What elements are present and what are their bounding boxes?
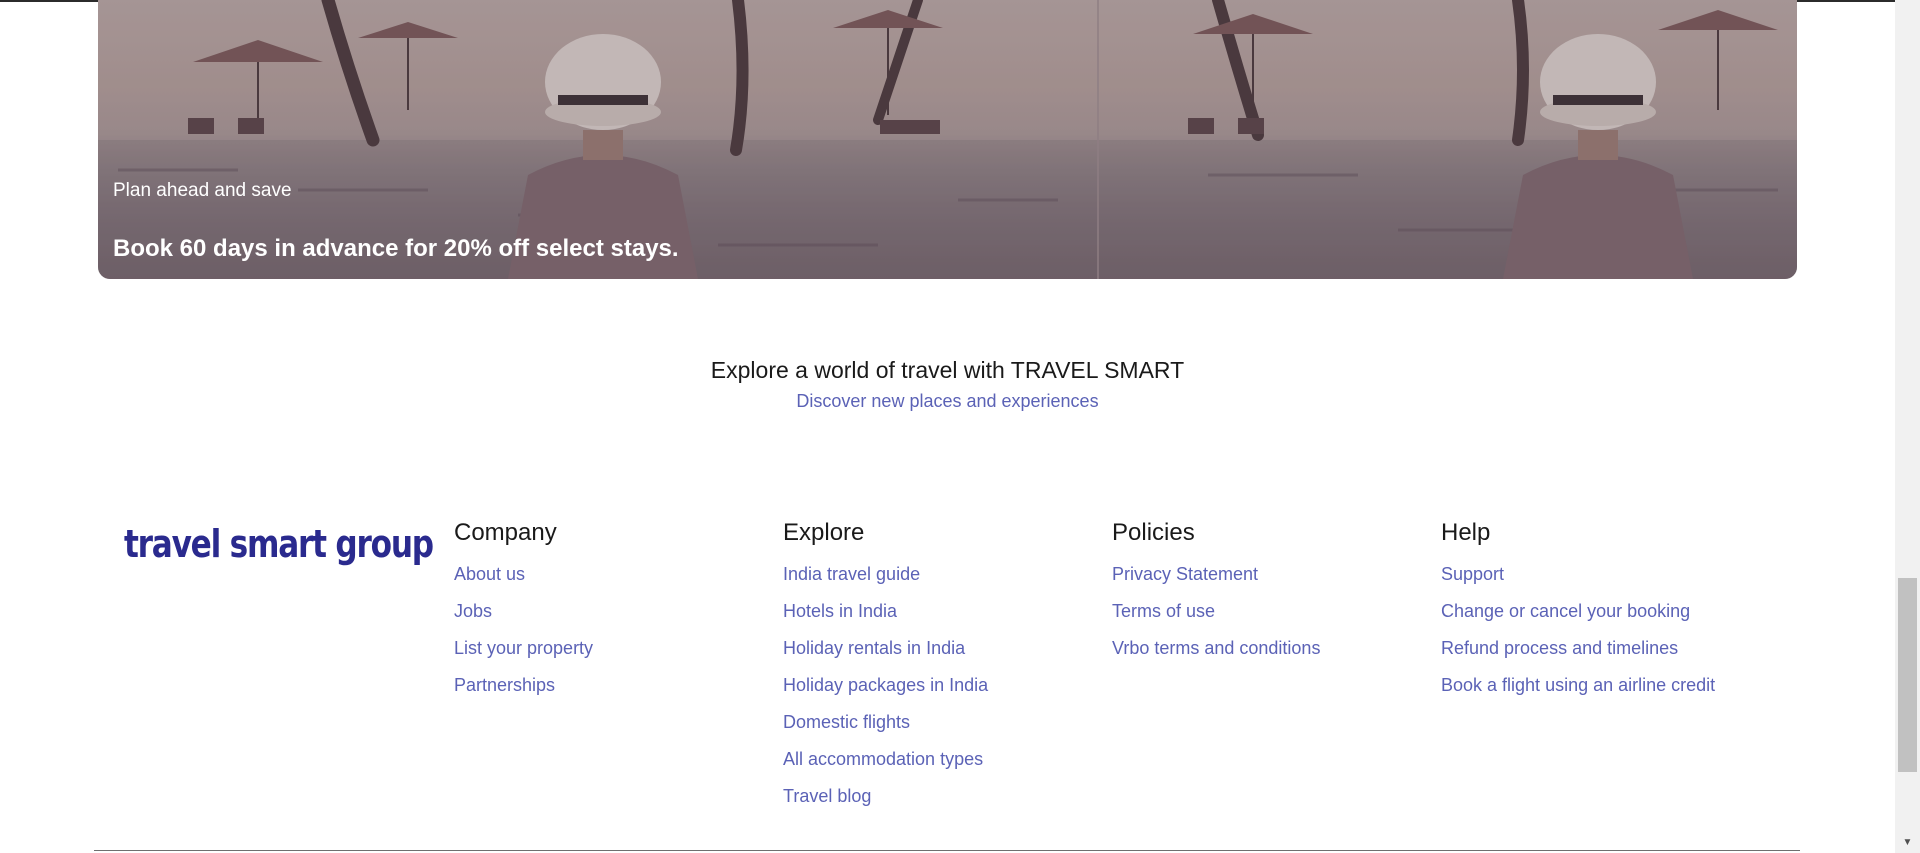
- banner-eyebrow: Plan ahead and save: [113, 180, 292, 201]
- footer-link-accommodation-types[interactable]: All accommodation types: [783, 741, 988, 778]
- explore-title: Explore a world of travel with TRAVEL SM…: [710, 357, 1185, 383]
- banner-headline: Book 60 days in advance for 20% off sele…: [113, 235, 679, 262]
- footer-link-list-your-property[interactable]: List your property: [454, 630, 593, 667]
- footer-link-privacy-statement[interactable]: Privacy Statement: [1112, 556, 1320, 593]
- footer-heading-explore: Explore: [783, 519, 865, 546]
- footer-link-support[interactable]: Support: [1441, 556, 1715, 593]
- page: Plan ahead and save Book 60 days in adva…: [0, 0, 1920, 853]
- footer-link-travel-blog[interactable]: Travel blog: [783, 778, 988, 815]
- footer-heading-policies: Policies: [1112, 519, 1195, 546]
- footer-link-hotels-in-india[interactable]: Hotels in India: [783, 593, 988, 630]
- footer-link-holiday-packages[interactable]: Holiday packages in India: [783, 667, 988, 704]
- footer-column-help: Help Support Change or cancel your booki…: [1441, 517, 1715, 704]
- explore-subtitle[interactable]: Discover new places and experiences: [0, 386, 1895, 416]
- footer-column-company: Company About us Jobs List your property…: [454, 517, 593, 704]
- scrollbar-thumb[interactable]: [1898, 578, 1917, 772]
- footer-link-about-us[interactable]: About us: [454, 556, 593, 593]
- footer-divider: [94, 850, 1800, 851]
- footer-link-change-cancel-booking[interactable]: Change or cancel your booking: [1441, 593, 1715, 630]
- footer-heading-company: Company: [454, 519, 557, 546]
- brand-logo[interactable]: travel smart group: [124, 522, 434, 566]
- footer-link-domestic-flights[interactable]: Domestic flights: [783, 704, 988, 741]
- footer-heading-help: Help: [1441, 519, 1491, 546]
- footer-link-refund-process[interactable]: Refund process and timelines: [1441, 630, 1715, 667]
- footer-column-policies: Policies Privacy Statement Terms of use …: [1112, 517, 1320, 667]
- footer-link-holiday-rentals[interactable]: Holiday rentals in India: [783, 630, 988, 667]
- footer-link-vrbo-terms[interactable]: Vrbo terms and conditions: [1112, 630, 1320, 667]
- chevron-down-icon[interactable]: ▼: [1895, 833, 1920, 853]
- promo-banner[interactable]: Plan ahead and save Book 60 days in adva…: [98, 0, 1797, 279]
- footer-link-terms-of-use[interactable]: Terms of use: [1112, 593, 1320, 630]
- footer-column-explore: Explore India travel guide Hotels in Ind…: [783, 517, 988, 815]
- footer-link-airline-credit[interactable]: Book a flight using an airline credit: [1441, 667, 1715, 704]
- footer-link-india-travel-guide[interactable]: India travel guide: [783, 556, 988, 593]
- explore-section: Explore a world of travel with TRAVEL SM…: [0, 354, 1895, 416]
- footer-link-jobs[interactable]: Jobs: [454, 593, 593, 630]
- footer-link-partnerships[interactable]: Partnerships: [454, 667, 593, 704]
